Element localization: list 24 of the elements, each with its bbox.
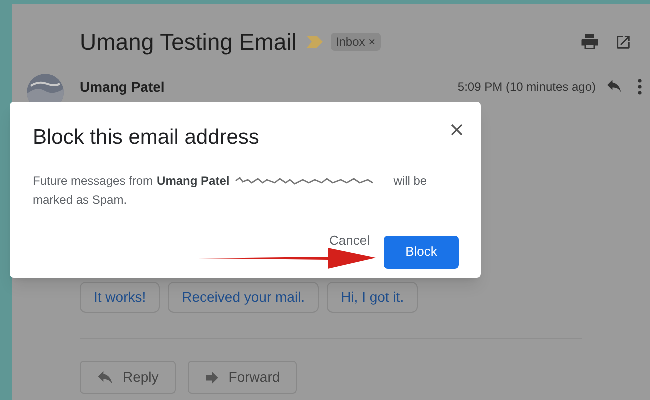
- close-icon[interactable]: [451, 124, 463, 136]
- dialog-message: will be: [394, 172, 428, 190]
- cancel-button[interactable]: Cancel: [330, 231, 370, 251]
- inbox-label[interactable]: Inbox ×: [330, 33, 381, 51]
- block-button[interactable]: Block: [384, 236, 459, 268]
- smart-reply-chip[interactable]: Hi, I got it.: [327, 282, 418, 313]
- sender-name: Umang Patel: [80, 78, 165, 97]
- dialog-title: Block this email address: [33, 125, 260, 151]
- email-subject: Umang Testing Email: [80, 28, 297, 57]
- sender-name: Umang Patel: [157, 172, 230, 190]
- smart-reply-chip[interactable]: It works!: [80, 282, 160, 313]
- reply-icon[interactable]: [606, 80, 622, 93]
- arrow-right-icon: [204, 370, 219, 384]
- forward-button[interactable]: Forward: [188, 361, 298, 394]
- more-icon[interactable]: [638, 79, 642, 95]
- importance-marker-icon: [306, 36, 323, 48]
- dialog-message: marked as Spam.: [33, 192, 128, 208]
- smart-reply-chip[interactable]: Received your mail.: [168, 282, 320, 313]
- open-in-new-icon[interactable]: [615, 34, 632, 50]
- email-time: 5:09 PM (10 minutes ago): [458, 79, 596, 96]
- reply-button[interactable]: Reply: [80, 361, 176, 394]
- reply-icon: [97, 370, 113, 384]
- print-icon[interactable]: [581, 33, 599, 51]
- dialog-message: Future messages from: [33, 172, 154, 190]
